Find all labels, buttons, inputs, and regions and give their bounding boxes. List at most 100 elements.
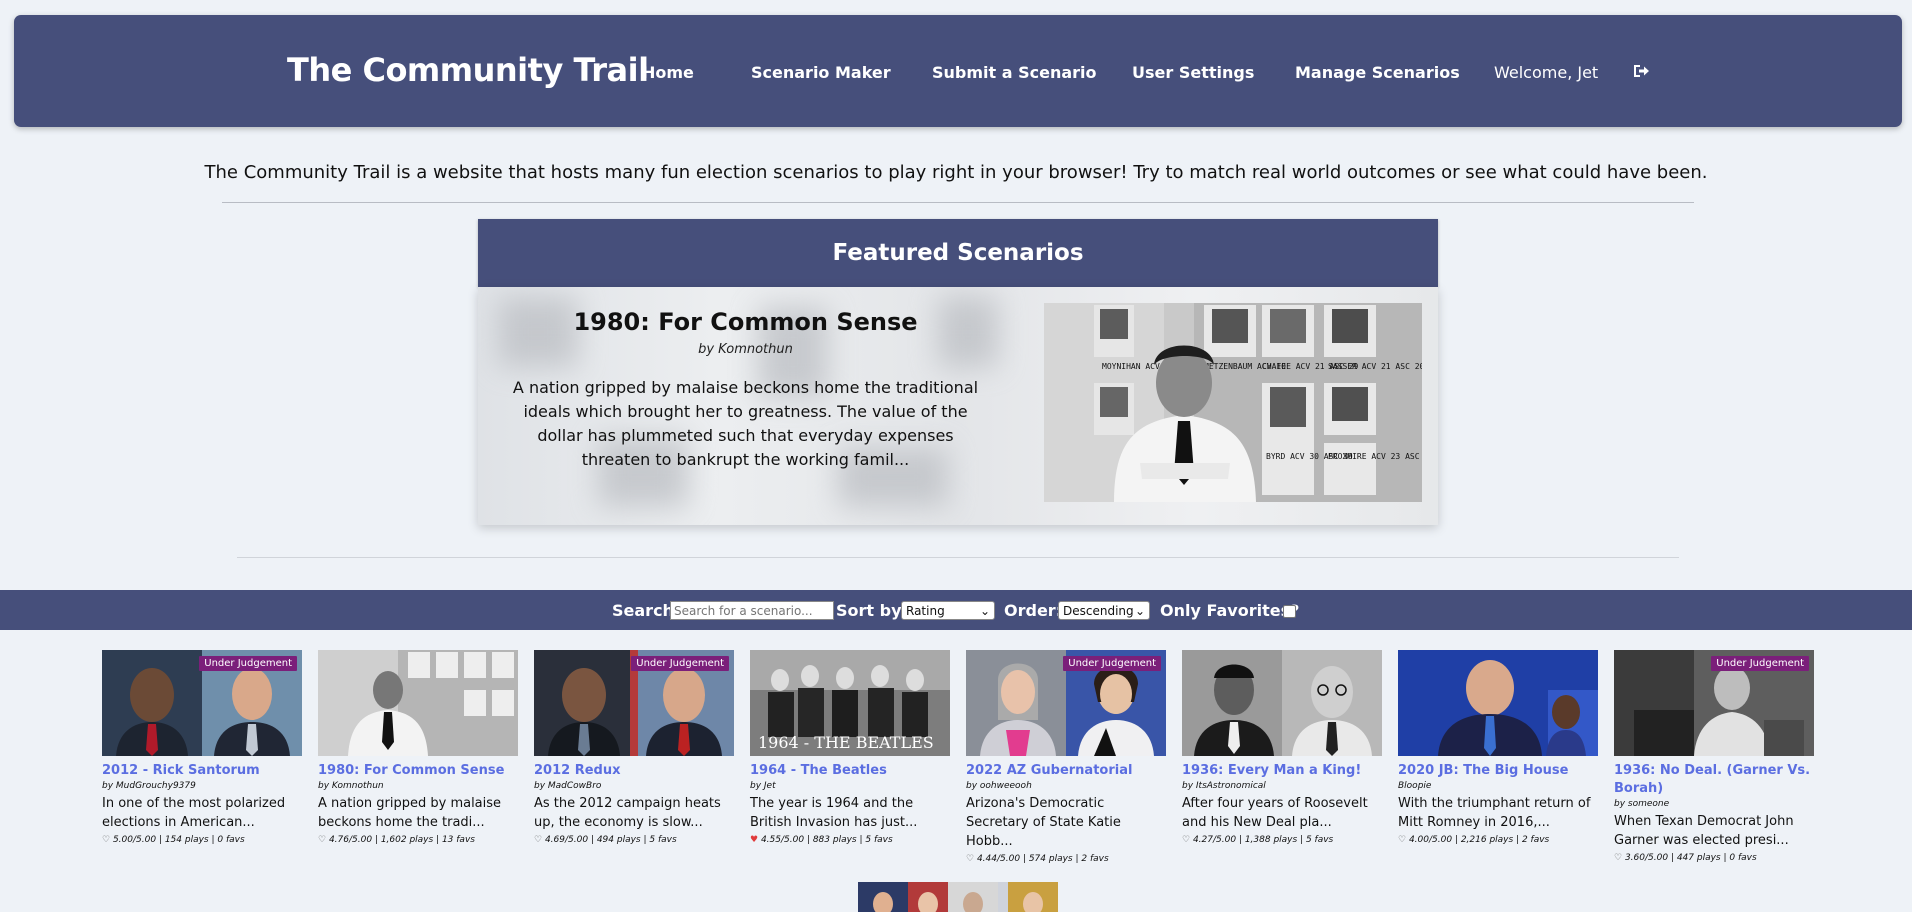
favorites-checkbox[interactable] bbox=[1283, 605, 1296, 618]
heart-outline-icon[interactable]: ♡ bbox=[966, 854, 974, 864]
scenario-thumbnail[interactable]: Under Judgement bbox=[102, 650, 302, 756]
scenario-card[interactable]: 1980: For Common Sense by Komnothun A na… bbox=[318, 650, 518, 845]
scenario-author: by oohweeooh bbox=[966, 781, 1032, 791]
scenario-thumbnail[interactable] bbox=[318, 650, 518, 756]
featured-heading: Featured Scenarios bbox=[478, 219, 1438, 287]
scenario-stats: ♡ 3.60/5.00 | 447 plays | 0 favs bbox=[1614, 853, 1814, 863]
site-tagline: The Community Trail is a website that ho… bbox=[204, 162, 1708, 183]
poster-label: PROXMIRE ACV 23 ASC 60 bbox=[1328, 452, 1422, 461]
featured-author: by Komnothun bbox=[698, 342, 793, 357]
stats-text: 3.60/5.00 | 447 plays | 0 favs bbox=[1624, 853, 1757, 863]
heart-outline-icon[interactable]: ♡ bbox=[1398, 835, 1406, 845]
scenario-description: With the triumphant return of Mitt Romne… bbox=[1398, 796, 1591, 830]
scenario-stats: ♥ 4.55/5.00 | 883 plays | 5 favs bbox=[750, 835, 950, 845]
scenario-stats: ♡ 4.27/5.00 | 1,388 plays | 5 favs bbox=[1182, 835, 1382, 845]
heart-outline-icon[interactable]: ♡ bbox=[318, 835, 326, 845]
scenario-title[interactable]: 1964 - The Beatles bbox=[750, 762, 950, 780]
scenario-stats: ♡ 4.76/5.00 | 1,602 plays | 13 favs bbox=[318, 835, 518, 845]
scenario-title[interactable]: 2022 AZ Gubernatorial bbox=[966, 762, 1166, 780]
scenario-card[interactable]: Under Judgement 2022 AZ Gubernatorial by… bbox=[966, 650, 1166, 864]
scenario-card[interactable]: Under Judgement 2012 Redux by MadCowBro … bbox=[534, 650, 734, 845]
heart-outline-icon[interactable]: ♡ bbox=[102, 835, 110, 845]
chevron-down-icon: ⌄ bbox=[979, 603, 990, 618]
nav-home[interactable]: Home bbox=[642, 63, 694, 82]
stats-text: 4.69/5.00 | 494 plays | 5 favs bbox=[544, 835, 677, 845]
scenario-author: Bloopie bbox=[1398, 781, 1432, 791]
scenario-description: After four years of Roosevelt and his Ne… bbox=[1182, 796, 1368, 830]
scenario-title[interactable]: 2012 Redux bbox=[534, 762, 734, 780]
scenario-stats: ♡ 5.00/5.00 | 154 plays | 0 favs bbox=[102, 835, 302, 845]
poster-label: SASSER ACV 21 ASC 20 bbox=[1328, 362, 1422, 371]
scenario-title[interactable]: 1936: Every Man a King! bbox=[1182, 762, 1382, 780]
status-badge: Under Judgement bbox=[199, 656, 297, 671]
scenario-thumbnail[interactable]: Under Judgement bbox=[534, 650, 734, 756]
scenario-card[interactable]: 1964 - THE BEATLES 1964 - The Beatles by… bbox=[750, 650, 950, 845]
featured-description: A nation gripped by malaise beckons home… bbox=[512, 378, 979, 469]
scenario-thumbnail[interactable]: 1964 - THE BEATLES bbox=[750, 650, 950, 756]
scenario-author: by Komnothun bbox=[318, 781, 384, 791]
site-brand[interactable]: The Community Trail bbox=[287, 51, 649, 89]
favorites-label: Only Favorites? bbox=[1160, 601, 1300, 620]
nav-user-settings[interactable]: User Settings bbox=[1132, 63, 1254, 82]
stats-text: 4.27/5.00 | 1,388 plays | 5 favs bbox=[1192, 835, 1334, 845]
scenario-card[interactable]: 1936: Every Man a King! by ItsAstronomic… bbox=[1182, 650, 1382, 845]
scenario-description: When Texan Democrat John Garner was elec… bbox=[1614, 814, 1794, 848]
heart-outline-icon[interactable]: ♡ bbox=[1182, 835, 1190, 845]
site-header: The Community Trail Home Scenario Maker … bbox=[14, 15, 1902, 127]
scenario-stats: ♡ 4.00/5.00 | 2,216 plays | 2 favs bbox=[1398, 835, 1598, 845]
scenario-author: by ItsAstronomical bbox=[1182, 781, 1266, 791]
scenario-author: by MudGrouchy9379 bbox=[102, 781, 196, 791]
status-badge: Under Judgement bbox=[631, 656, 729, 671]
heart-filled-icon[interactable]: ♥ bbox=[750, 835, 758, 845]
order-select[interactable]: Descending ⌄ bbox=[1058, 601, 1150, 620]
status-badge: Under Judgement bbox=[1063, 656, 1161, 671]
nav-scenario-maker[interactable]: Scenario Maker bbox=[751, 63, 891, 82]
scenario-title[interactable]: 2012 - Rick Santorum bbox=[102, 762, 302, 780]
sort-select-value: Rating bbox=[906, 603, 945, 618]
scenario-card[interactable]: Under Judgement 2012 - Rick Santorum by … bbox=[102, 650, 302, 845]
scenario-description: A nation gripped by malaise beckons home… bbox=[318, 796, 502, 830]
stats-text: 4.44/5.00 | 574 plays | 2 favs bbox=[976, 854, 1109, 864]
scenario-description: The year is 1964 and the British Invasio… bbox=[750, 796, 918, 830]
scenario-title[interactable]: 1936: No Deal. (Garner Vs. Borah) bbox=[1614, 762, 1814, 798]
chevron-down-icon: ⌄ bbox=[1134, 603, 1145, 618]
scenario-card[interactable]: 2020 JB: The Big House Bloopie With the … bbox=[1398, 650, 1598, 845]
featured-image[interactable]: MOYNIHAN ACV 11 ASC 19 METZENBAUM ACV 10… bbox=[1044, 303, 1422, 502]
nav-submit-scenario[interactable]: Submit a Scenario bbox=[932, 63, 1097, 82]
heart-outline-icon[interactable]: ♡ bbox=[1614, 853, 1622, 863]
divider bbox=[237, 557, 1679, 558]
scenario-author: by Jet bbox=[750, 781, 776, 791]
scenario-description: In one of the most polarized elections i… bbox=[102, 796, 286, 830]
scenario-thumbnail[interactable] bbox=[1398, 650, 1598, 756]
scenario-author: by MadCowBro bbox=[534, 781, 602, 791]
sort-label: Sort by: bbox=[836, 601, 908, 620]
scenario-thumbnail[interactable]: Under Judgement bbox=[1614, 650, 1814, 756]
welcome-text: Welcome, Jet bbox=[1494, 63, 1599, 82]
scenario-stats: ♡ 4.69/5.00 | 494 plays | 5 favs bbox=[534, 835, 734, 845]
order-select-value: Descending bbox=[1063, 603, 1134, 618]
scenario-thumbnail[interactable] bbox=[1182, 650, 1382, 756]
scenario-description: As the 2012 campaign heats up, the econo… bbox=[534, 796, 721, 830]
status-badge: Under Judgement bbox=[1711, 656, 1809, 671]
order-label: Order: bbox=[1004, 601, 1063, 620]
filter-bar: Search: Sort by: Rating ⌄ Order: Descend… bbox=[0, 590, 1912, 630]
sign-out-icon[interactable] bbox=[1631, 61, 1651, 81]
scenario-title[interactable]: 2020 JB: The Big House bbox=[1398, 762, 1598, 780]
thumbnail-caption: 1964 - THE BEATLES bbox=[758, 733, 934, 752]
stats-text: 4.00/5.00 | 2,216 plays | 2 favs bbox=[1408, 835, 1550, 845]
scenario-title[interactable]: 1980: For Common Sense bbox=[318, 762, 518, 780]
featured-title[interactable]: 1980: For Common Sense bbox=[478, 308, 1013, 336]
scenario-stats: ♡ 4.44/5.00 | 574 plays | 2 favs bbox=[966, 854, 1166, 864]
stats-text: 5.00/5.00 | 154 plays | 0 favs bbox=[112, 835, 245, 845]
scenario-thumbnail[interactable]: Under Judgement bbox=[966, 650, 1166, 756]
divider bbox=[222, 202, 1694, 203]
scenario-thumbnail[interactable] bbox=[858, 882, 1058, 912]
scenario-card[interactable]: Under Judgement 1936: No Deal. (Garner V… bbox=[1614, 650, 1814, 863]
scenario-author: by someone bbox=[1614, 799, 1670, 809]
stats-text: 4.55/5.00 | 883 plays | 5 favs bbox=[760, 835, 893, 845]
sort-select[interactable]: Rating ⌄ bbox=[901, 601, 995, 620]
scenario-description: Arizona's Democratic Secretary of State … bbox=[966, 796, 1121, 849]
search-input[interactable] bbox=[670, 601, 834, 620]
heart-outline-icon[interactable]: ♡ bbox=[534, 835, 542, 845]
nav-manage-scenarios[interactable]: Manage Scenarios bbox=[1295, 63, 1460, 82]
